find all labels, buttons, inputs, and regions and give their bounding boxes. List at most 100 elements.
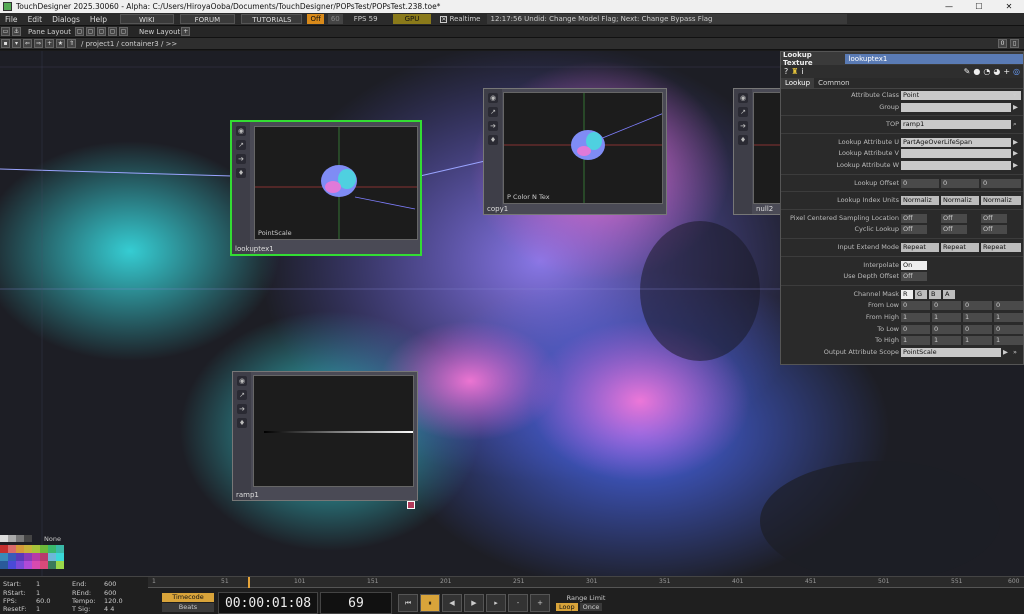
time-display[interactable]: 00:00:01:08 [218, 591, 318, 614]
parent-icon[interactable]: ⇑ [67, 39, 76, 48]
from-low-a[interactable]: 0 [994, 301, 1023, 311]
pane-layout-a-icon[interactable]: ▢ [74, 27, 84, 36]
lookup-v-field[interactable] [901, 149, 1011, 159]
once-toggle[interactable]: Once [579, 603, 603, 611]
fps-60-field[interactable]: 60 [327, 14, 343, 24]
frame-display[interactable]: 69 [320, 591, 392, 614]
display-flag-icon[interactable]: ↗ [237, 390, 247, 400]
viewer-active-icon[interactable]: ◉ [738, 93, 748, 103]
depth-offset-toggle[interactable]: Off [901, 272, 927, 282]
timecode-toggle[interactable]: Timecode [162, 593, 214, 602]
beats-toggle[interactable]: Beats [162, 603, 214, 612]
node-viewer[interactable] [253, 375, 414, 487]
from-low-b[interactable]: 0 [963, 301, 992, 311]
display-flag-icon[interactable]: ↗ [488, 107, 498, 117]
extend-v-menu[interactable]: Repeat [941, 242, 979, 252]
tutorials-button[interactable]: TUTORIALS [241, 14, 303, 24]
tab-common[interactable]: Common [814, 78, 854, 88]
to-high-r[interactable]: 1 [901, 336, 930, 346]
node-copy[interactable]: ◉ ↗ ➔ ♦ P Color N Tex copy1 [483, 88, 667, 215]
menu-file[interactable]: File [0, 15, 23, 24]
from-low-g[interactable]: 0 [932, 301, 961, 311]
forward-icon[interactable]: ⇒ [34, 39, 43, 48]
tempo-value[interactable]: 120.0 [104, 597, 123, 605]
node-output-icon[interactable] [407, 501, 415, 509]
add-layout-icon[interactable]: + [181, 27, 191, 36]
palette-none-label[interactable]: None [44, 535, 61, 543]
step-back-icon[interactable]: ◀ [442, 593, 462, 612]
from-high-a[interactable]: 1 [994, 312, 1023, 322]
pane-type-icon[interactable]: ▾ [12, 39, 21, 48]
fps-off-toggle[interactable]: Off [307, 14, 324, 24]
pixel-centered-w-toggle[interactable]: Off [981, 213, 1007, 223]
pane-link-icon[interactable]: ⚓ [12, 27, 21, 36]
python-icon[interactable]: ♜ [791, 67, 798, 76]
pane-layout-c-icon[interactable]: ▢ [96, 27, 106, 36]
lock-flag-icon[interactable]: ♦ [738, 135, 748, 145]
display-flag-icon[interactable]: ↗ [738, 107, 748, 117]
channel-r-toggle[interactable]: R [901, 289, 913, 299]
offset-x-field[interactable]: 0 [901, 178, 939, 188]
pixel-centered-v-toggle[interactable]: Off [941, 213, 967, 223]
render-flag-icon[interactable]: ➔ [236, 154, 246, 164]
star-icon[interactable]: ★ [56, 39, 65, 48]
menu-dialogs[interactable]: Dialogs [47, 15, 85, 24]
from-high-r[interactable]: 1 [901, 312, 930, 322]
viewer-active-icon[interactable]: ◉ [237, 376, 247, 386]
index-units-v-menu[interactable]: Normaliz [941, 196, 979, 206]
wiki-button[interactable]: WIKI [120, 14, 174, 24]
to-low-a[interactable]: 0 [994, 324, 1023, 334]
viewer-active-icon[interactable]: ◉ [236, 126, 246, 136]
arrow-right-icon[interactable]: ▶ [1013, 149, 1018, 157]
render-flag-icon[interactable]: ➔ [738, 121, 748, 131]
render-flag-icon[interactable]: ➔ [237, 404, 247, 414]
lock-flag-icon[interactable]: ♦ [236, 168, 246, 178]
pixel-centered-u-toggle[interactable]: Off [901, 213, 927, 223]
new-layout-label[interactable]: New Layout [139, 28, 180, 36]
arrow-right-icon[interactable]: ▶ [1013, 161, 1018, 169]
index-units-w-menu[interactable]: Normaliz [981, 196, 1021, 206]
to-high-g[interactable]: 1 [932, 336, 961, 346]
pane-menu-icon[interactable]: ▪ [1, 39, 10, 48]
to-low-r[interactable]: 0 [901, 324, 930, 334]
index-units-u-menu[interactable]: Normaliz [901, 196, 939, 206]
node-name[interactable]: lookuptex1 [235, 245, 274, 253]
interpolate-toggle[interactable]: On [901, 260, 927, 270]
arrow-right-icon[interactable]: ▶ [1013, 103, 1018, 111]
realtime-checkbox[interactable]: ✕ Realtime [437, 14, 483, 24]
from-high-g[interactable]: 1 [932, 312, 961, 322]
output-scope-field[interactable]: PointScale [901, 347, 1001, 357]
node-ramp[interactable]: ◉ ↗ ➔ ♦ ramp1 [232, 371, 418, 509]
network-path[interactable]: / project1 / container3 / >> [81, 40, 177, 48]
extend-w-menu[interactable]: Repeat [981, 242, 1021, 252]
back-icon[interactable]: ⇐ [23, 39, 32, 48]
menu-help[interactable]: Help [85, 15, 112, 24]
expand-icon[interactable]: » [1013, 348, 1017, 356]
pause-icon[interactable]: ⏸ [420, 593, 440, 612]
minus-icon[interactable]: - [508, 593, 528, 612]
loop-toggle[interactable]: Loop [556, 603, 578, 611]
lookup-w-field[interactable] [901, 160, 1011, 170]
add-icon[interactable]: + [45, 39, 54, 48]
extend-u-menu[interactable]: Repeat [901, 242, 939, 252]
offset-z-field[interactable]: 0 [981, 178, 1021, 188]
play-icon[interactable]: ▶ [464, 593, 484, 612]
rstart-value[interactable]: 1 [36, 589, 40, 597]
lock-flag-icon[interactable]: ♦ [488, 135, 498, 145]
end-value[interactable]: 600 [104, 580, 116, 588]
channel-g-toggle[interactable]: G [915, 289, 927, 299]
rewind-icon[interactable]: ⏮ [398, 593, 418, 612]
lock-flag-icon[interactable]: ♦ [237, 418, 247, 428]
resetf-value[interactable]: 1 [36, 605, 40, 613]
maximize-button[interactable]: ☐ [964, 0, 994, 13]
cyclic-u-toggle[interactable]: Off [901, 225, 927, 235]
node-lookuptex[interactable]: ◉ ↗ ➔ ♦ PointScale lookuptex1 [230, 120, 422, 256]
pane-layout-d-icon[interactable]: ▢ [107, 27, 117, 36]
cyclic-v-toggle[interactable]: Off [941, 225, 967, 235]
operator-name-field[interactable]: lookuptex1 [844, 53, 1023, 64]
pane-layout-b-icon[interactable]: ▢ [85, 27, 95, 36]
pane-close-icon[interactable]: ▯ [1010, 39, 1019, 48]
channel-a-toggle[interactable]: A [943, 289, 955, 299]
search-icon[interactable]: ⌕ [1013, 120, 1017, 129]
render-flag-icon[interactable]: ➔ [488, 121, 498, 131]
